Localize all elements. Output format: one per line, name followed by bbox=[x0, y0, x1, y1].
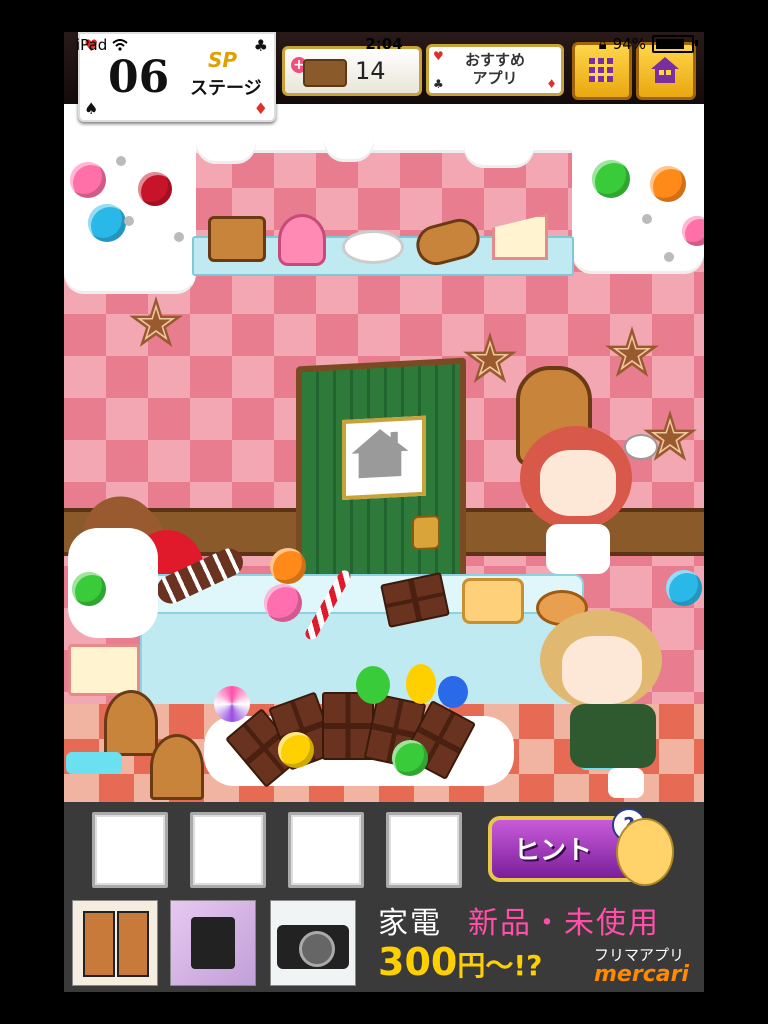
checker-cake[interactable] bbox=[208, 216, 266, 262]
candy-ball-orange[interactable] bbox=[270, 548, 306, 584]
camera-ad-image[interactable] bbox=[270, 900, 356, 986]
muffin[interactable] bbox=[104, 690, 158, 756]
candy-ball-pink[interactable] bbox=[682, 216, 704, 246]
speaker-ad-image[interactable] bbox=[72, 900, 158, 986]
status-bar: iPad 2:04 🔒︎ 94% bbox=[64, 32, 704, 54]
cake-coin-icon bbox=[303, 59, 347, 87]
hint-label: ヒント bbox=[514, 836, 593, 866]
girl-character-face[interactable] bbox=[540, 450, 616, 516]
diamond-suit-icon: ♦ bbox=[546, 77, 557, 91]
sprinkle bbox=[124, 216, 134, 226]
item-slot-4[interactable] bbox=[386, 812, 462, 888]
gingerbread-star[interactable] bbox=[463, 332, 517, 383]
boy-character-body[interactable] bbox=[570, 704, 656, 768]
icing-drip bbox=[324, 104, 374, 162]
battery-percent: 94% bbox=[612, 35, 646, 53]
candy-ball-red[interactable] bbox=[138, 172, 172, 206]
battery-icon bbox=[652, 35, 698, 53]
ad-banner[interactable]: 家電 新品・未使用 300円〜!? フリマアプリ mercari bbox=[64, 892, 704, 992]
item-slot-3[interactable] bbox=[288, 812, 364, 888]
diamond-suit-icon: ♦ bbox=[253, 99, 268, 118]
rotation-lock-icon: 🔒︎ bbox=[598, 35, 607, 53]
hint-character-icon bbox=[616, 818, 674, 886]
item-slot-2[interactable] bbox=[190, 812, 266, 888]
gingerbread-star[interactable] bbox=[605, 326, 659, 377]
tablet-ad-image[interactable] bbox=[170, 900, 256, 986]
candy-ball-orange[interactable] bbox=[650, 166, 686, 202]
stage-number: 06 bbox=[108, 52, 170, 103]
icing-drip-left bbox=[64, 104, 196, 294]
sprinkle bbox=[642, 214, 652, 224]
fruit-cake[interactable] bbox=[462, 578, 524, 624]
wrapped-candy[interactable] bbox=[66, 752, 122, 774]
muffin[interactable] bbox=[150, 734, 204, 800]
sprinkle bbox=[174, 232, 184, 242]
recommend-line2: アプリ bbox=[472, 69, 518, 87]
blue-lollipop[interactable] bbox=[438, 676, 468, 708]
ad-price-suffix: 円〜!? bbox=[457, 949, 543, 982]
stage-grid-icon bbox=[589, 58, 613, 82]
ad-price: 300円〜!? bbox=[378, 940, 542, 984]
gingerbread-star[interactable] bbox=[129, 296, 183, 347]
candy-ball-pink[interactable] bbox=[70, 162, 106, 198]
candy-ball-pink[interactable] bbox=[264, 584, 302, 622]
candy-ball-blue[interactable] bbox=[666, 570, 702, 606]
shortcake[interactable] bbox=[492, 214, 548, 260]
candy-ball-green[interactable] bbox=[392, 740, 428, 776]
candy-ball-green[interactable] bbox=[592, 160, 630, 198]
shortcake-slice[interactable] bbox=[68, 644, 140, 696]
item-bar: ヒント ? bbox=[64, 802, 704, 892]
game-scene[interactable] bbox=[64, 104, 704, 802]
candy-ball-blue[interactable] bbox=[88, 204, 126, 242]
green-lollipop[interactable] bbox=[356, 666, 390, 704]
ad-price-value: 300 bbox=[378, 940, 458, 984]
door-sign[interactable] bbox=[342, 415, 426, 501]
boy-character-face[interactable] bbox=[562, 636, 642, 704]
ad-headline-pink: 新品・未使用 bbox=[468, 906, 660, 941]
game-screen: ♥ ♣ ♠ ♦ 06 SP ステージ + 14 ♥ ♣ ♦ おすすめ アプリ i… bbox=[64, 32, 704, 992]
spade-suit-icon: ♠ bbox=[84, 99, 99, 118]
candy-ball-yellow[interactable] bbox=[278, 732, 314, 768]
candy-ball-green[interactable] bbox=[72, 572, 106, 606]
yellow-lollipop[interactable] bbox=[406, 664, 436, 704]
status-right: 🔒︎ 94% bbox=[598, 35, 698, 53]
item-slot-1[interactable] bbox=[92, 812, 168, 888]
door-keyhole[interactable] bbox=[412, 514, 440, 551]
stage-label: ステージ bbox=[190, 78, 262, 99]
green-door[interactable] bbox=[296, 357, 466, 601]
sprinkle bbox=[664, 252, 674, 262]
lollipop[interactable] bbox=[214, 686, 250, 722]
coin-count: 14 bbox=[355, 57, 386, 85]
ad-brand: mercari bbox=[594, 962, 689, 987]
club-suit-icon: ♣ bbox=[433, 77, 444, 91]
girl-hair-bow bbox=[624, 434, 658, 460]
ad-headline-white: 家電 bbox=[378, 906, 442, 941]
pink-cupcake[interactable] bbox=[278, 214, 326, 266]
icing-drip bbox=[464, 104, 534, 168]
girl-character-body[interactable] bbox=[546, 524, 610, 574]
boy-character-legs bbox=[608, 768, 644, 798]
home-icon bbox=[651, 57, 679, 83]
sprinkle bbox=[116, 156, 126, 166]
house-sign-icon bbox=[351, 429, 409, 479]
crepe-plate[interactable] bbox=[342, 230, 404, 264]
